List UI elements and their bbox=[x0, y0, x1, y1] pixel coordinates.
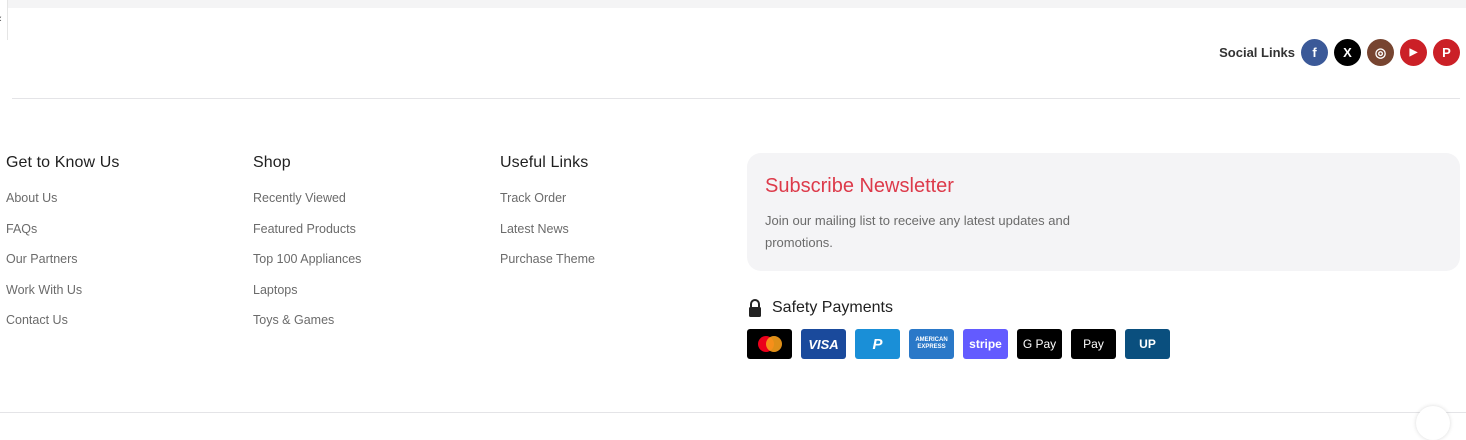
newsletter-box: Subscribe Newsletter Join our mailing li… bbox=[747, 153, 1460, 271]
visa-icon: VISA bbox=[801, 329, 846, 359]
instagram-icon[interactable]: ◎ bbox=[1367, 39, 1394, 66]
side-tab[interactable]: ‹ bbox=[0, 0, 8, 40]
social-links: Social Links f X ◎ ▶ P bbox=[1219, 39, 1460, 66]
social-links-label: Social Links bbox=[1219, 45, 1295, 60]
link-our-partners[interactable]: Our Partners bbox=[6, 251, 119, 267]
stripe-icon: stripe bbox=[963, 329, 1008, 359]
link-work-with-us[interactable]: Work With Us bbox=[6, 282, 119, 298]
link-laptops[interactable]: Laptops bbox=[253, 282, 361, 298]
column-title: Useful Links bbox=[500, 154, 589, 171]
link-latest-news[interactable]: Latest News bbox=[500, 221, 595, 237]
mastercard-icon bbox=[747, 329, 792, 359]
facebook-icon[interactable]: f bbox=[1301, 39, 1328, 66]
link-toys-games[interactable]: Toys & Games bbox=[253, 312, 361, 328]
chevron-left-icon: ‹ bbox=[0, 13, 2, 25]
footer-column-useful: Useful Links Track Order Latest News Pur… bbox=[500, 154, 595, 282]
amex-icon: AMERICAN EXPRESS bbox=[909, 329, 954, 359]
link-faqs[interactable]: FAQs bbox=[6, 221, 119, 237]
safety-payments: Safety Payments bbox=[747, 299, 893, 317]
apple-pay-icon: Pay bbox=[1071, 329, 1116, 359]
link-purchase-theme[interactable]: Purchase Theme bbox=[500, 251, 595, 267]
newsletter-title: Subscribe Newsletter bbox=[765, 175, 954, 197]
link-track-order[interactable]: Track Order bbox=[500, 190, 595, 206]
paypal-icon: P bbox=[855, 329, 900, 359]
divider bbox=[12, 98, 1460, 99]
scroll-to-top-button[interactable] bbox=[1416, 406, 1450, 440]
youtube-icon[interactable]: ▶ bbox=[1400, 39, 1427, 66]
link-recently-viewed[interactable]: Recently Viewed bbox=[253, 190, 361, 206]
link-top-100-appliances[interactable]: Top 100 Appliances bbox=[253, 251, 361, 267]
newsletter-text: Join our mailing list to receive any lat… bbox=[765, 213, 1070, 250]
payment-methods: VISA P AMERICAN EXPRESS stripe G Pay Pay… bbox=[747, 329, 1170, 359]
lock-icon bbox=[749, 299, 761, 317]
unionpay-icon: UP bbox=[1125, 329, 1170, 359]
link-featured-products[interactable]: Featured Products bbox=[253, 221, 361, 237]
column-title: Get to Know Us bbox=[6, 154, 120, 171]
pinterest-icon[interactable]: P bbox=[1433, 39, 1460, 66]
bottom-divider bbox=[0, 412, 1466, 413]
google-pay-icon: G Pay bbox=[1017, 329, 1062, 359]
safety-payments-title: Safety Payments bbox=[772, 299, 893, 316]
link-about-us[interactable]: About Us bbox=[6, 190, 119, 206]
footer-column-shop: Shop Recently Viewed Featured Products T… bbox=[253, 154, 361, 343]
x-icon[interactable]: X bbox=[1334, 39, 1361, 66]
top-strip bbox=[8, 0, 1466, 8]
link-contact-us[interactable]: Contact Us bbox=[6, 312, 119, 328]
footer-column-about: Get to Know Us About Us FAQs Our Partner… bbox=[6, 154, 119, 343]
column-title: Shop bbox=[253, 154, 291, 171]
